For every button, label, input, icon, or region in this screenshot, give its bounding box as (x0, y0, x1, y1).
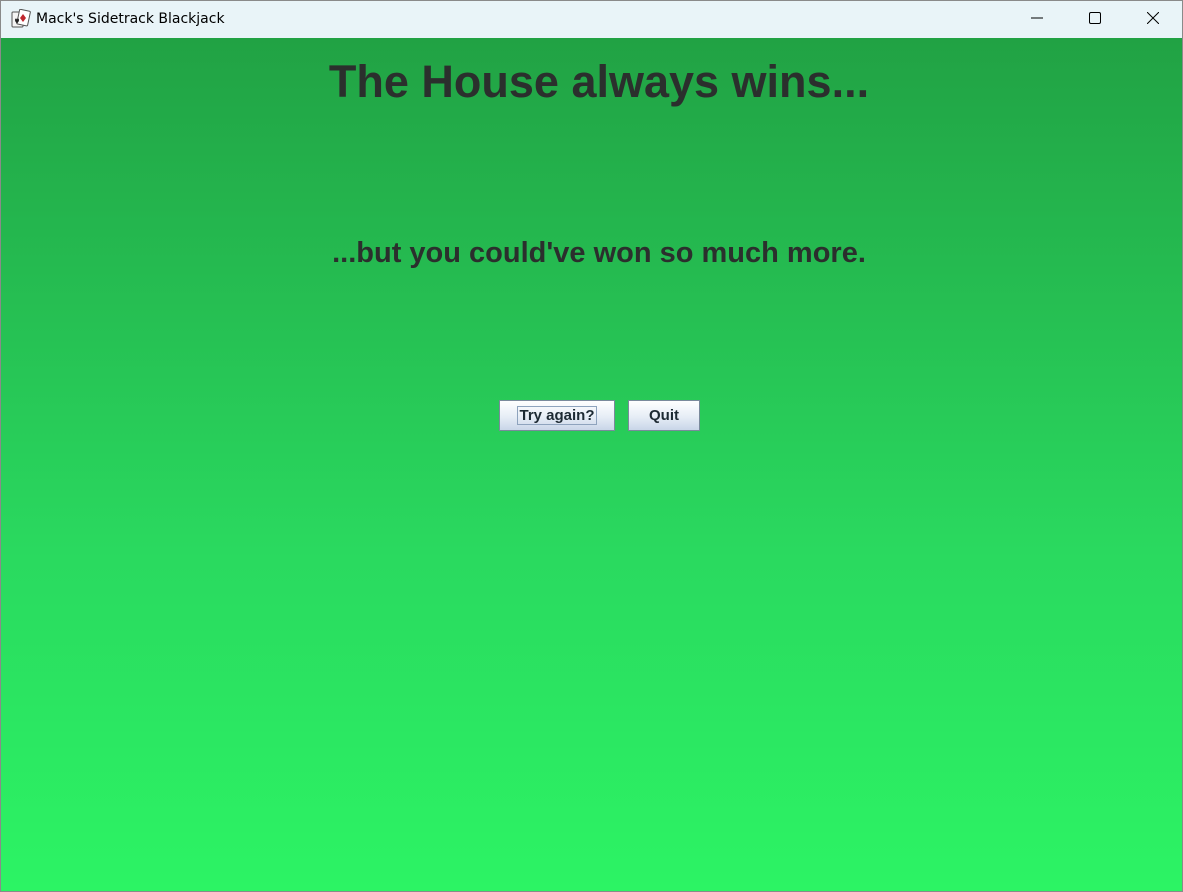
maximize-button[interactable] (1066, 1, 1124, 38)
title-bar[interactable]: Mack's Sidetrack Blackjack (1, 1, 1182, 38)
app-window: Mack's Sidetrack Blackjack The House alw… (0, 0, 1183, 892)
close-icon (1146, 11, 1160, 29)
window-title: Mack's Sidetrack Blackjack (36, 11, 225, 27)
minimize-icon (1031, 11, 1043, 29)
try-again-button[interactable]: Try again? (499, 400, 615, 431)
quit-button[interactable]: Quit (628, 400, 700, 431)
game-over-panel: The House always wins... ...but you coul… (1, 38, 1182, 891)
subtitle-message: ...but you could've won so much more. (332, 237, 866, 269)
page-title: The House always wins... (328, 56, 870, 107)
close-button[interactable] (1124, 1, 1182, 38)
playing-cards-icon (11, 8, 31, 29)
try-again-label: Try again? (517, 406, 597, 425)
maximize-icon (1089, 11, 1101, 29)
minimize-button[interactable] (1008, 1, 1066, 38)
